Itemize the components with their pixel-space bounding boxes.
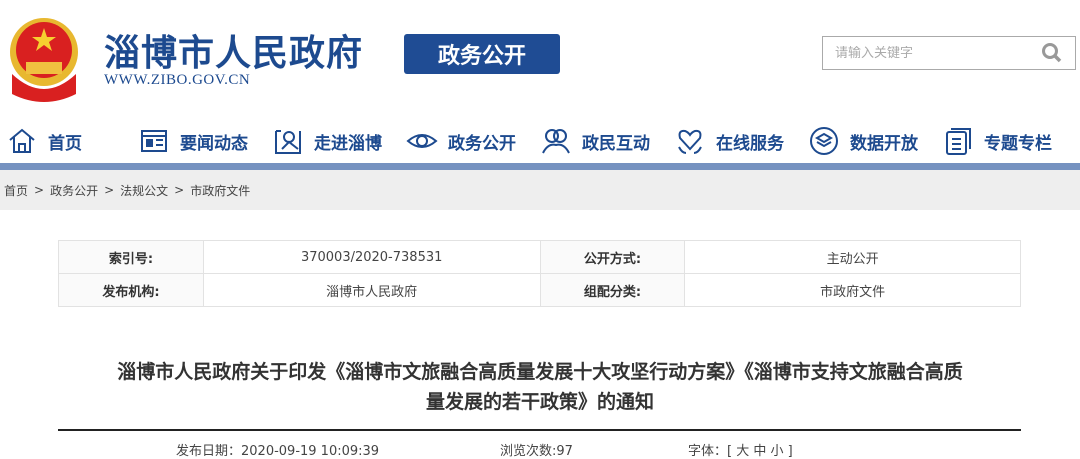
publisher-label: 发布机构: xyxy=(58,273,204,307)
index-label: 索引号: xyxy=(58,240,204,274)
site-title[interactable]: 淄博市人民政府 xyxy=(104,24,363,76)
search-input[interactable] xyxy=(835,45,1041,61)
nav-label: 政务公开 xyxy=(448,133,516,154)
title-divider xyxy=(58,429,1021,431)
article-title: 淄博市人民政府关于印发《淄博市文旅融合高质量发展十大攻坚行动方案》《淄博市支持文… xyxy=(40,357,1040,417)
category-label: 组配分类: xyxy=(539,273,686,307)
nav-item-gov-affairs[interactable]: 政务公开 xyxy=(406,120,516,162)
nav-item-home[interactable]: 首页 xyxy=(6,120,82,162)
breadcrumb-separator: > xyxy=(104,183,115,197)
table-row: 索引号: 370003/2020-738531 公开方式: 主动公开 xyxy=(58,240,1021,274)
open-method-value: 主动公开 xyxy=(684,240,1021,274)
search-box[interactable] xyxy=(822,36,1076,70)
index-value: 370003/2020-738531 xyxy=(202,240,541,274)
breadcrumb: 首页 > 政务公开 > 法规公文 > 市政府文件 xyxy=(0,170,1080,210)
nav-label: 在线服务 xyxy=(716,133,784,154)
article-title-line: 量发展的若干政策》的通知 xyxy=(425,391,654,413)
font-size-selector[interactable]: 字体：[ 大 中 小 ] xyxy=(688,440,793,459)
layers-icon xyxy=(810,127,838,155)
nav-divider xyxy=(0,163,1080,170)
nav-item-online-services[interactable]: 在线服务 xyxy=(674,120,784,162)
breadcrumb-gov-affairs[interactable]: 政务公开 xyxy=(50,182,98,199)
breadcrumb-separator: > xyxy=(34,183,45,197)
open-method-label: 公开方式: xyxy=(539,240,686,274)
nav-label: 专题专栏 xyxy=(984,133,1052,154)
breadcrumb-city-docs[interactable]: 市政府文件 xyxy=(190,182,250,199)
section-badge[interactable]: 政务公开 xyxy=(404,34,560,74)
nav-item-about[interactable]: 走进淄博 xyxy=(272,120,382,162)
breadcrumb-separator: > xyxy=(174,183,185,197)
nav-item-news[interactable]: 要闻动态 xyxy=(138,120,248,162)
eye-icon xyxy=(406,134,438,148)
category-value: 市政府文件 xyxy=(684,273,1021,307)
site-url[interactable]: WWW.ZIBO.GOV.CN xyxy=(104,72,250,89)
nav-item-open-data[interactable]: 数据开放 xyxy=(808,120,918,162)
nav-label: 政民互动 xyxy=(582,133,650,154)
search-icon[interactable] xyxy=(1041,42,1063,64)
users-icon xyxy=(542,129,570,154)
nav-label: 走进淄博 xyxy=(314,133,382,154)
table-row: 发布机构: 淄博市人民政府 组配分类: 市政府文件 xyxy=(58,273,1021,307)
publish-date: 发布日期：2020-09-19 10:09:39 xyxy=(176,444,380,459)
nav-item-interaction[interactable]: 政民互动 xyxy=(540,120,650,162)
view-count: 浏览次数:97 xyxy=(500,444,573,459)
breadcrumb-home[interactable]: 首页 xyxy=(4,182,28,199)
document-icon xyxy=(946,128,971,155)
home-icon xyxy=(9,128,35,153)
nav-label: 首页 xyxy=(48,133,82,154)
national-emblem-logo xyxy=(10,18,78,102)
breadcrumb-regulations[interactable]: 法规公文 xyxy=(120,182,168,199)
map-pin-icon xyxy=(275,130,301,154)
article-title-line: 淄博市人民政府关于印发《淄博市文旅融合高质量发展十大攻坚行动方案》《淄博市支持文… xyxy=(117,361,963,383)
nav-item-special-topics[interactable]: 专题专栏 xyxy=(942,120,1052,162)
heart-hands-icon xyxy=(678,129,702,154)
nav-label: 数据开放 xyxy=(850,133,918,154)
news-icon xyxy=(141,130,167,152)
nav-label: 要闻动态 xyxy=(180,133,248,154)
main-nav: 首页 要闻动态 走进淄博 政务公开 政民互动 在线服务 数据开放 专题专栏 xyxy=(0,120,1080,162)
document-info-table: 索引号: 370003/2020-738531 公开方式: 主动公开 发布机构:… xyxy=(58,240,1021,307)
publisher-value: 淄博市人民政府 xyxy=(202,273,541,307)
